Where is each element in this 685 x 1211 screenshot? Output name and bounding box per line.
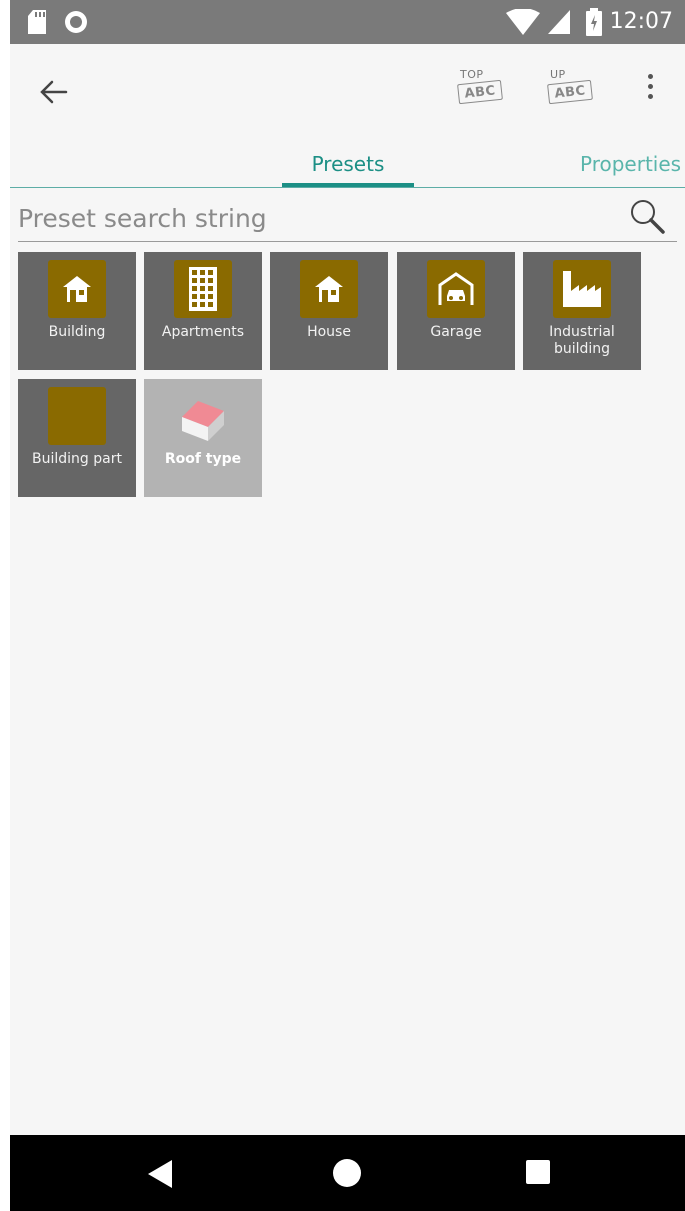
house-icon — [63, 276, 91, 302]
status-time: 12:07 — [609, 9, 673, 34]
up-button-small-label: UP — [550, 68, 566, 81]
tab-presets[interactable]: Presets — [282, 152, 414, 176]
preset-tile-apartments[interactable]: Apartments — [144, 252, 262, 370]
more-vert-icon — [647, 74, 653, 79]
preset-label: Building — [48, 324, 106, 340]
nav-recents-icon[interactable] — [526, 1160, 550, 1184]
nav-home-icon[interactable] — [333, 1159, 361, 1187]
preset-tile-garage[interactable]: Garage — [397, 252, 515, 370]
preset-label: Apartments — [161, 324, 245, 340]
factory-icon — [563, 271, 601, 307]
battery-icon — [585, 8, 602, 36]
preset-label: Garage — [430, 324, 482, 340]
roof-icon — [182, 401, 224, 441]
preset-label: Industrial building — [549, 324, 615, 357]
sync-icon — [65, 11, 87, 33]
blank-icon — [48, 387, 106, 445]
search-input[interactable] — [18, 199, 618, 237]
preset-tile-roof-type[interactable]: Roof type — [144, 379, 262, 497]
preset-label: Building part — [32, 451, 122, 467]
top-button[interactable]: TOP ABC — [456, 68, 512, 108]
back-button[interactable] — [34, 72, 74, 112]
apartments-icon — [189, 267, 217, 311]
up-button-box-label: ABC — [547, 79, 593, 105]
nav-back-icon[interactable] — [148, 1160, 174, 1188]
preset-tile-industrial-building[interactable]: Industrial building — [523, 252, 641, 370]
tab-properties[interactable]: Properties — [580, 152, 681, 176]
arrow-left-icon — [40, 80, 68, 104]
app-frame: 12:07 TOP ABC UP ABC Presets Properties — [10, 0, 685, 1211]
signal-icon — [547, 10, 570, 34]
top-button-box-label: ABC — [457, 79, 503, 105]
preset-tile-building-part[interactable]: Building part — [18, 379, 136, 497]
status-bar: 12:07 — [10, 0, 685, 44]
tab-bar: Presets Properties — [10, 144, 685, 188]
search-icon[interactable] — [627, 197, 667, 237]
garage-icon — [438, 272, 474, 305]
preset-label: Roof type — [164, 451, 242, 467]
system-nav-bar — [10, 1135, 685, 1211]
wifi-icon — [505, 9, 540, 35]
sd-card-icon — [28, 10, 46, 34]
app-toolbar: TOP ABC UP ABC — [10, 44, 685, 144]
top-button-small-label: TOP — [460, 68, 484, 81]
tab-divider — [10, 187, 685, 188]
search-bar — [18, 195, 677, 242]
preset-label: House — [307, 324, 351, 340]
up-button[interactable]: UP ABC — [546, 68, 602, 108]
preset-tile-house[interactable]: House — [270, 252, 388, 370]
overflow-menu-button[interactable] — [640, 74, 660, 114]
preset-tile-building[interactable]: Building — [18, 252, 136, 370]
house-icon — [315, 276, 343, 302]
